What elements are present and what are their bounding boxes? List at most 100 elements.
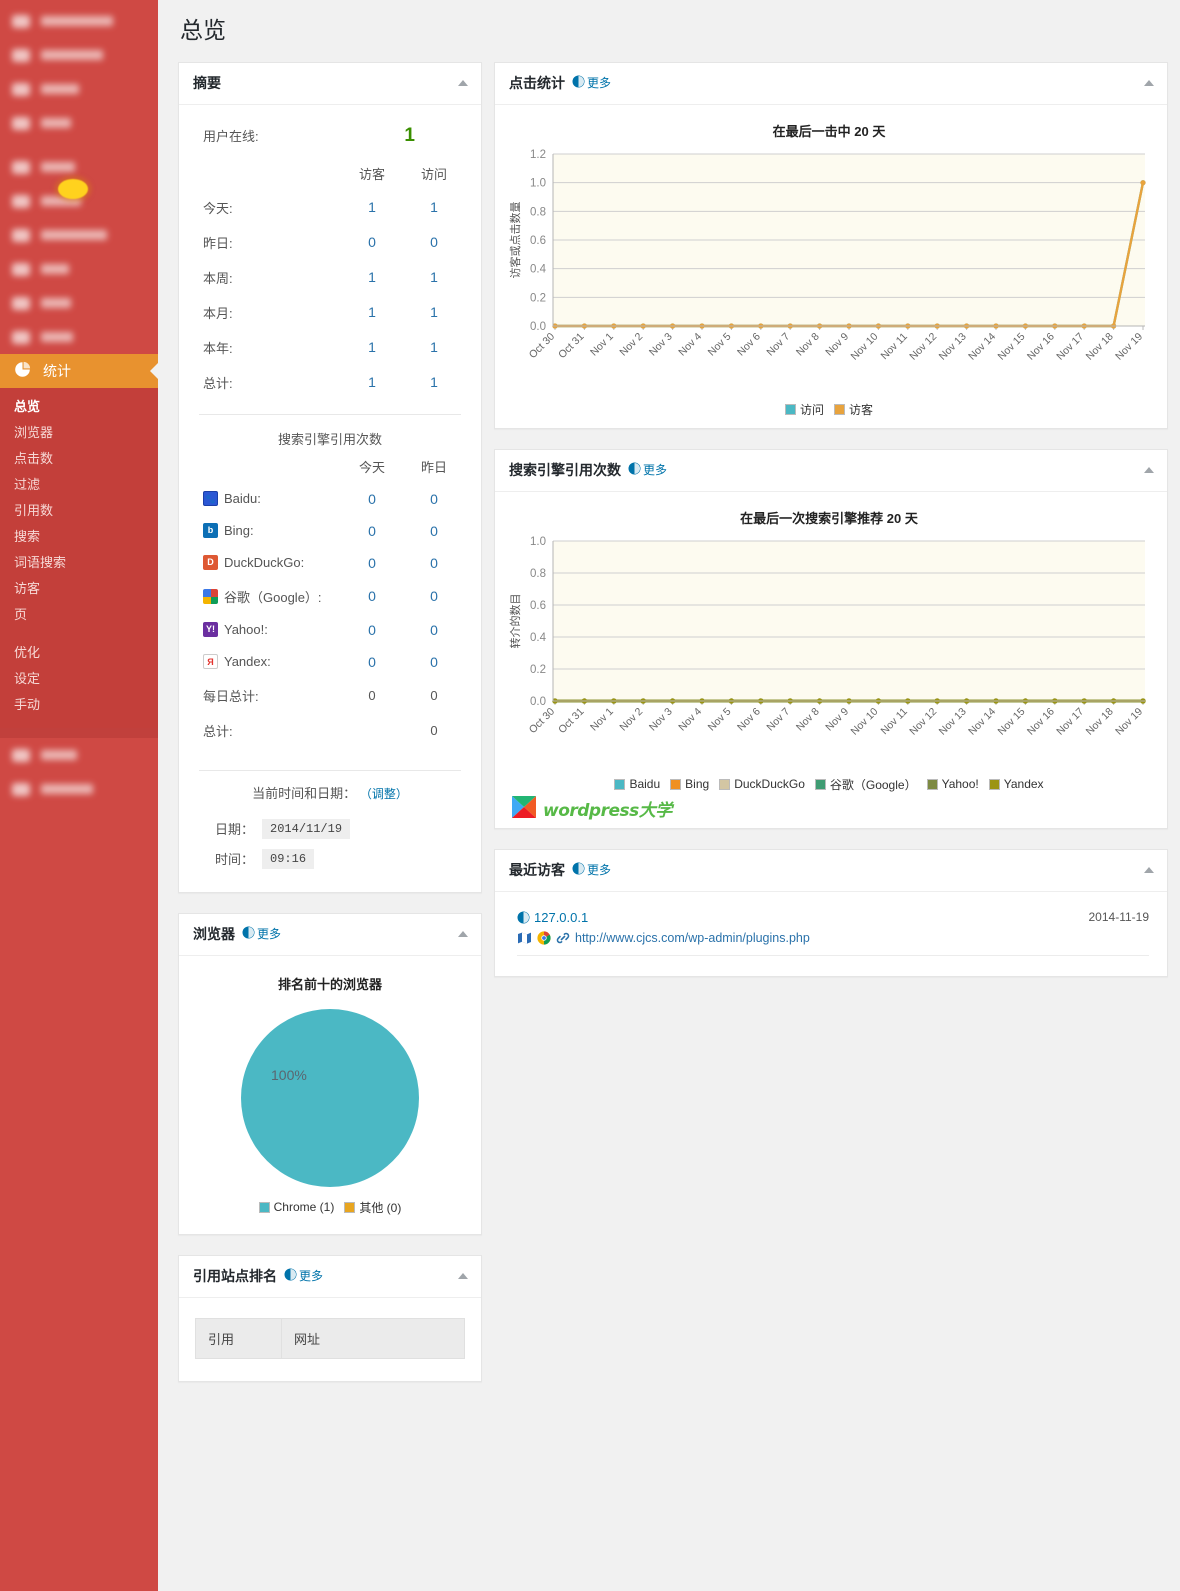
eye-icon [572,862,585,878]
svg-text:0.0: 0.0 [530,696,546,708]
recent-visitors-more-link[interactable]: 更多 [572,861,611,878]
collapse-toggle-icon[interactable] [1144,467,1154,474]
visitor-ip[interactable]: 127.0.0.1 [534,910,588,925]
engine-label: 谷歌（Google）: [224,589,322,605]
svg-text:0.0: 0.0 [530,321,546,333]
sidebar-item-blurred[interactable] [0,252,158,286]
sidebar-item-settings[interactable]: 设定 [0,666,158,692]
yandex-icon: Я [203,654,218,670]
sidebar-item-label [41,84,79,94]
sidebar-item-label [41,162,75,172]
sidebar-item-search-terms[interactable]: 词语搜索 [0,550,158,576]
engine-label: Bing: [224,523,254,539]
sidebar-item-manual[interactable]: 手动 [0,692,158,718]
sidebar-item-label: 统计 [43,363,71,379]
users-online-value: 1 [404,124,415,146]
svg-text:Nov 2: Nov 2 [617,705,645,733]
menu-icon [12,296,30,310]
eye-icon [517,911,530,924]
svg-text:Nov 3: Nov 3 [647,705,675,733]
sidebar: 统计 总览 浏览器 点击数 过滤 引用数 搜索 词语搜索 访客 页 优化 设定 … [0,0,158,1591]
link-icon [556,931,570,945]
svg-text:Nov 6: Nov 6 [735,705,763,733]
hits-chart-title: 在最后一击中 20 天 [772,123,886,139]
engine-today: 0 [368,490,376,507]
legend-swatch [988,778,1000,790]
svg-text:Nov 4: Nov 4 [676,705,704,733]
collapse-toggle-icon[interactable] [458,80,468,87]
row-visitors: 1 [368,374,376,391]
top-referring-more-link[interactable]: 更多 [284,1267,323,1284]
svg-text:0.8: 0.8 [530,206,546,218]
menu-icon [12,194,30,208]
legend-item-4: 谷歌（Google） [814,776,917,793]
svg-text:0.6: 0.6 [530,235,546,247]
eye-icon [242,926,255,942]
svg-text:Nov 15: Nov 15 [996,705,1028,737]
svg-text:Nov 7: Nov 7 [764,705,792,733]
sidebar-item-referrers[interactable]: 引用数 [0,498,158,524]
datetime-block: 当前时间和日期： （调整） 日期： 2014/11/19 时间： 09:16 [195,771,465,874]
sidebar-divider [0,140,158,150]
sidebar-item-label [41,332,73,342]
sidebar-item-blurred[interactable] [0,772,158,806]
table-row: 本月: 1 1 [195,295,465,330]
collapse-toggle-icon[interactable] [458,931,468,938]
sidebar-item-blurred[interactable] [0,106,158,140]
table-row: 🐾 Baidu: 0 0 [195,483,465,515]
sidebar-item-browsers[interactable]: 浏览器 [0,420,158,446]
right-column: 点击统计 更多 在最后一击中 20 天 0.0 0.2 0.4 0.6 0.8 … [494,61,1168,997]
adjust-link[interactable]: （调整） [360,787,408,801]
sidebar-item-blurred[interactable] [0,738,158,772]
table-row: b Bing: 0 0 [195,515,465,547]
date-value[interactable]: 2014/11/19 [262,818,351,839]
sidebar-item-blurred[interactable] [0,320,158,354]
collapse-toggle-icon[interactable] [458,1273,468,1280]
sidebar-item-filter[interactable]: 过滤 [0,472,158,498]
sidebar-item-search[interactable]: 搜索 [0,524,158,550]
collapse-toggle-icon[interactable] [1144,80,1154,87]
row-visits: 1 [430,199,438,216]
column-header-today: 今天 [358,459,385,475]
sidebar-item-blurred[interactable] [0,4,158,38]
eye-icon [628,462,641,478]
legend-label: Yandex [1003,777,1044,792]
referrers-more-link[interactable]: 更多 [628,461,667,478]
svg-text:0.4: 0.4 [530,264,547,276]
svg-text:Nov 17: Nov 17 [1054,705,1086,737]
legend-swatch [719,778,731,790]
legend-label: Yahoo! [941,777,979,792]
visitor-url[interactable]: http://www.cjcs.com/wp-admin/plugins.php [575,931,810,945]
collapse-toggle-icon[interactable] [1144,867,1154,874]
legend-label: 其他 (0) [359,1200,402,1215]
hits-chart-legend: 访问 访客 [505,401,1153,418]
eye-icon [284,1268,297,1284]
sidebar-item-blurred[interactable] [0,72,158,106]
browsers-more-link[interactable]: 更多 [242,925,281,942]
sidebar-item-statistics[interactable]: 统计 [0,354,158,388]
legend-swatch [344,1201,356,1213]
sidebar-item-visitors[interactable]: 访客 [0,576,158,602]
legend-swatch [614,778,626,790]
svg-text:Nov 10: Nov 10 [849,705,881,737]
map-icon[interactable] [517,931,532,945]
sidebar-item-blurred[interactable] [0,218,158,252]
hits-more-link[interactable]: 更多 [572,74,611,91]
sidebar-item-pages[interactable]: 页 [0,602,158,628]
sidebar-item-hits[interactable]: 点击数 [0,446,158,472]
row-visits: 0 [430,234,438,251]
svg-text:Nov 14: Nov 14 [966,705,998,737]
sidebar-item-blurred[interactable] [0,38,158,72]
row-visitors: 1 [368,199,376,216]
svg-text:Nov 4: Nov 4 [676,330,704,358]
row-visitors: 1 [368,339,376,356]
time-value[interactable]: 09:16 [262,848,315,869]
sidebar-item-blurred[interactable] [0,286,158,320]
sidebar-item-overview[interactable]: 总览 [0,394,158,420]
sidebar-item-optimization[interactable]: 优化 [0,640,158,666]
chrome-icon[interactable] [537,931,551,945]
notification-bubble [58,179,88,199]
browsers-panel-header: 浏览器 更多 [179,914,481,956]
svg-text:Nov 17: Nov 17 [1054,330,1086,362]
column-header-referrer: 引用 [195,1317,282,1359]
